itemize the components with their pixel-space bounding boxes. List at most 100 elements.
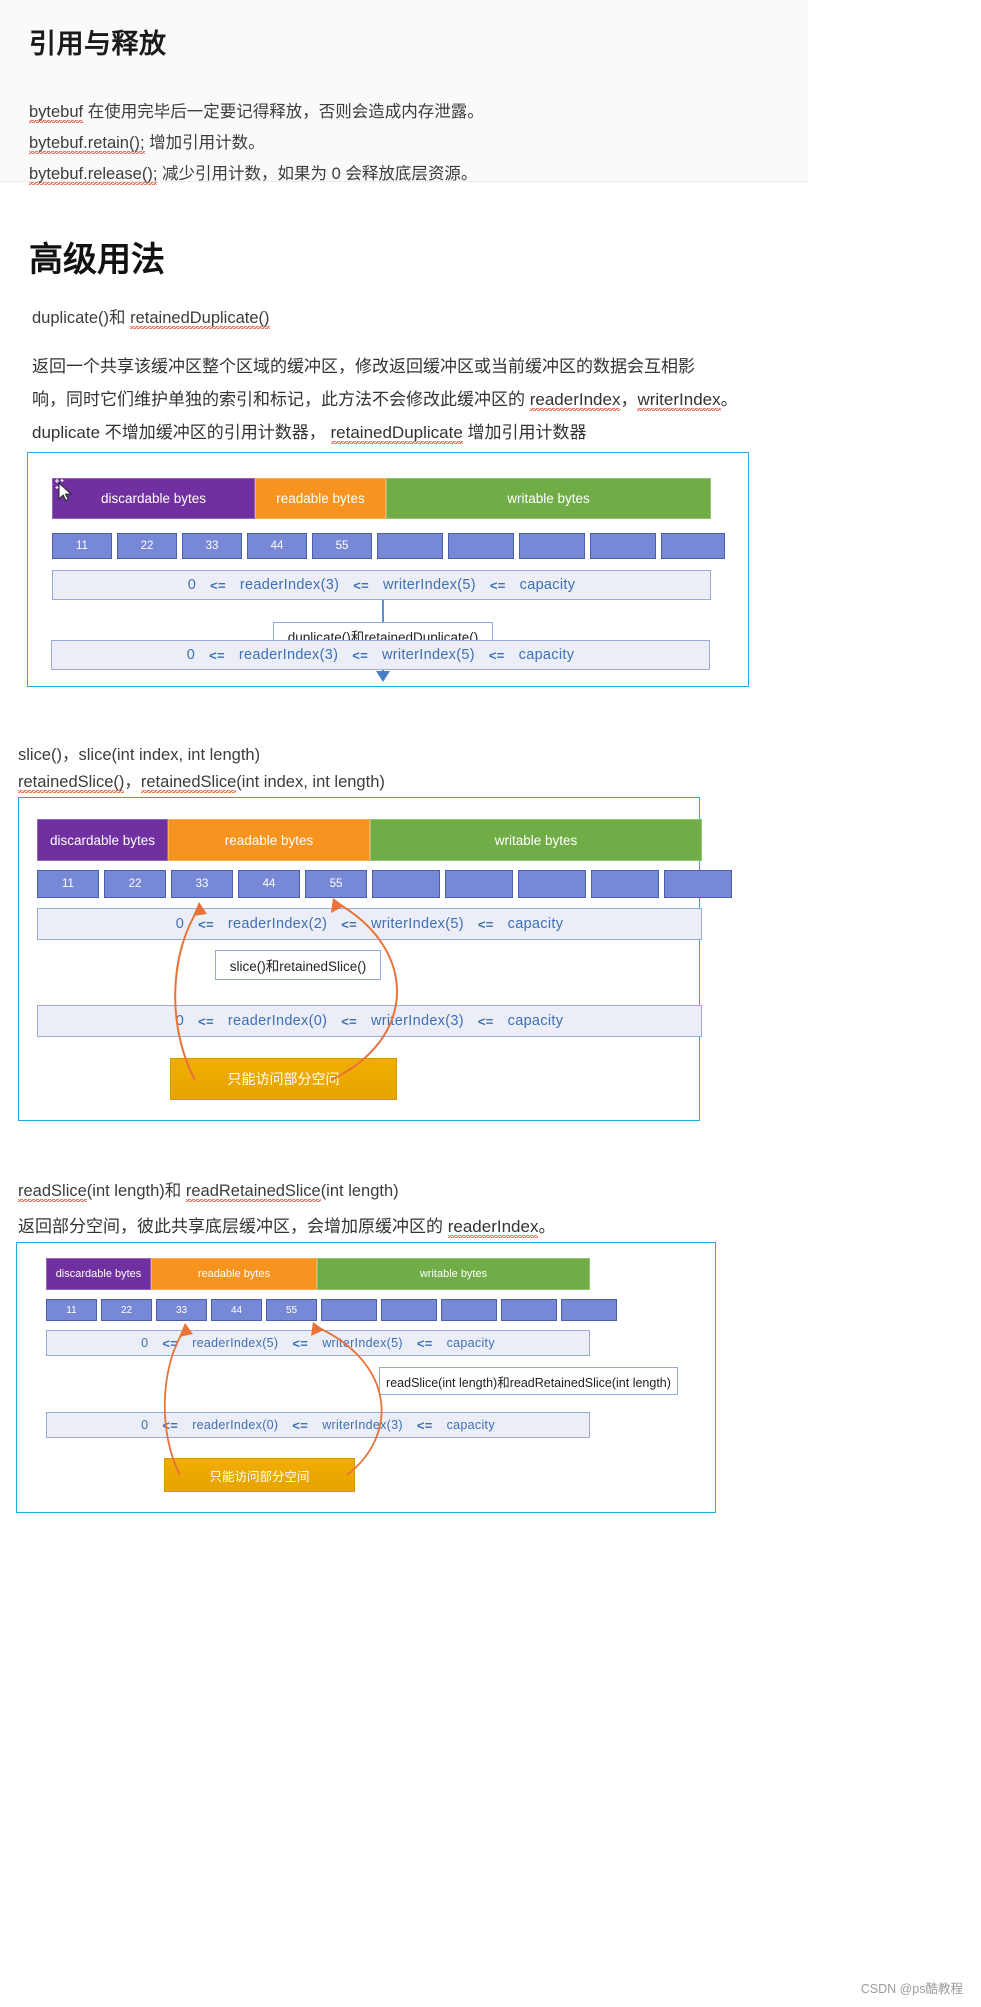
paragraph-duplicate: 返回一个共享该缓冲区整个区域的缓冲区，修改返回缓冲区或当前缓冲区的数据会互相影 … <box>32 350 752 449</box>
byte-cell: 55 <box>305 870 367 898</box>
list-item-text: 减少引用计数，如果为 0 会释放底层资源。 <box>157 165 478 183</box>
byte-cell: 44 <box>238 870 300 898</box>
index-op: <= <box>352 647 369 663</box>
index-capacity: capacity <box>507 1013 564 1029</box>
index-bar-top: 0 <= readerIndex(5) <= writerIndex(5) <=… <box>46 1330 590 1356</box>
byte-cell: 44 <box>247 533 307 559</box>
subheading-slice-line2: retainedSlice()，retainedSlice(int index,… <box>18 767 385 798</box>
index-zero: 0 <box>141 1418 149 1432</box>
index-bar-bottom: 0 <= readerIndex(3) <= writerIndex(5) <=… <box>51 640 710 670</box>
read-slice-args: (int length)和 <box>86 1182 186 1200</box>
index-writer: writerIndex(5) <box>322 1336 403 1350</box>
index-op: <= <box>209 647 225 663</box>
index-bar-top: 0 <= readerIndex(2) <= writerIndex(5) <=… <box>37 908 702 940</box>
band-segment-readable: readable bytes <box>168 819 370 861</box>
index-writer: writerIndex(5) <box>382 647 475 663</box>
byte-cell <box>518 870 586 898</box>
index-op: <= <box>416 1417 433 1433</box>
byte-cell-row: 11 22 33 44 55 <box>52 533 725 559</box>
read-retained-slice-args: (int length) <box>320 1182 399 1200</box>
list-item-text: 在使用完毕后一定要记得释放，否则会造成内存泄露。 <box>83 103 484 121</box>
paragraph-line-1: 返回一个共享该缓冲区整个区域的缓冲区，修改返回缓冲区或当前缓冲区的数据会互相影 <box>32 357 695 376</box>
subheading-duplicate: duplicate()和 retainedDuplicate() <box>32 303 270 334</box>
section-title-reference-release: 引用与释放 <box>29 29 167 59</box>
index-capacity: capacity <box>518 647 575 663</box>
index-zero: 0 <box>186 647 196 663</box>
reader-index-token: readerIndex <box>447 1217 539 1236</box>
byte-cell-row: 11 22 33 44 55 <box>37 870 732 898</box>
byte-cell: 55 <box>266 1299 317 1321</box>
index-op: <= <box>341 1013 358 1029</box>
retained-duplicate-token: retainedDuplicate <box>330 423 463 442</box>
byte-cell <box>445 870 513 898</box>
index-op: <= <box>292 1335 309 1351</box>
byte-cell: 33 <box>182 533 242 559</box>
code-token: bytebuf.retain(); <box>29 134 145 152</box>
slice-args: (int index, int length) <box>236 773 385 791</box>
band-segment-writable: writable bytes <box>370 819 702 861</box>
read-retained-slice-token: readRetainedSlice <box>185 1182 321 1200</box>
reader-index-token: readerIndex <box>529 390 621 409</box>
subheading-readslice: readSlice(int length)和 readRetainedSlice… <box>18 1176 399 1207</box>
paragraph-line-3-c: 增加引用计数器 <box>462 423 587 442</box>
index-reader: readerIndex(5) <box>192 1336 279 1350</box>
index-reader: readerIndex(3) <box>239 577 340 593</box>
watermark-credit: CSDN @ps酷教程 <box>860 1982 963 1996</box>
index-op: <= <box>198 916 214 932</box>
byte-cell <box>372 870 440 898</box>
section-title-advanced-usage: 高级用法 <box>29 241 165 279</box>
index-op: <= <box>341 916 358 932</box>
band-segment-discardable: discardable bytes <box>46 1258 151 1290</box>
index-bar-top: 0 <= readerIndex(3) <= writerIndex(5) <=… <box>52 570 711 600</box>
paragraph-line-2: 响，同时它们维护单独的索引和标记，此方法不会修改此缓冲区的 readerInde… <box>32 383 752 416</box>
byte-cell <box>448 533 514 559</box>
band-segment-readable: readable bytes <box>151 1258 317 1290</box>
index-bar-bottom: 0 <= readerIndex(0) <= writerIndex(3) <=… <box>37 1005 702 1037</box>
index-capacity: capacity <box>446 1418 495 1432</box>
buffer-band: discardable bytes readable bytes writabl… <box>46 1258 590 1290</box>
slice-sep: ， <box>124 773 141 791</box>
code-token: bytebuf.release(); <box>29 165 158 183</box>
byte-cell <box>591 870 659 898</box>
byte-cell: 11 <box>37 870 99 898</box>
retained-slice-token: retainedSlice() <box>18 773 125 791</box>
index-writer: writerIndex(3) <box>322 1418 403 1432</box>
byte-cell <box>590 533 656 559</box>
index-op: <= <box>210 577 226 593</box>
byte-cell <box>664 870 732 898</box>
index-reader: readerIndex(0) <box>227 1013 328 1029</box>
band-segment-discardable: discardable bytes <box>52 478 255 519</box>
diagram-slice: discardable bytes readable bytes writabl… <box>18 797 732 1121</box>
index-zero: 0 <box>141 1336 149 1350</box>
index-op: <= <box>198 1013 214 1029</box>
paragraph-readslice: 返回部分空间，彼此共享底层缓冲区，会增加原缓冲区的 readerIndex。 <box>18 1210 555 1243</box>
index-writer: writerIndex(5) <box>371 916 464 932</box>
diagram-readslice: discardable bytes readable bytes writabl… <box>16 1242 716 1513</box>
byte-cell <box>519 533 585 559</box>
amber-note-partial-access: 只能访问部分空间 <box>170 1058 397 1100</box>
band-segment-writable: writable bytes <box>386 478 711 519</box>
mouse-cursor-icon <box>55 479 73 502</box>
band-segment-writable: writable bytes <box>317 1258 590 1290</box>
byte-cell: 33 <box>171 870 233 898</box>
list-item: bytebuf.release(); 减少引用计数，如果为 0 会释放底层资源。 <box>29 159 808 190</box>
paragraph-readslice-a: 返回部分空间，彼此共享底层缓冲区，会增加原缓冲区的 <box>18 1217 448 1236</box>
buffer-band: discardable bytes readable bytes writabl… <box>37 819 702 861</box>
byte-cell: 11 <box>52 533 112 559</box>
band-segment-readable: readable bytes <box>255 478 386 519</box>
amber-note-partial-access: 只能访问部分空间 <box>164 1458 355 1492</box>
index-op: <= <box>162 1417 179 1433</box>
arrow-down-icon <box>376 671 390 682</box>
document-page: 引用与释放 bytebuf 在使用完毕后一定要记得释放，否则会造成内存泄露。 b… <box>0 0 981 2007</box>
byte-cell <box>321 1299 377 1321</box>
index-op: <= <box>477 916 494 932</box>
byte-cell: 22 <box>117 533 177 559</box>
index-capacity: capacity <box>519 577 576 593</box>
index-capacity: capacity <box>507 916 564 932</box>
index-zero: 0 <box>175 1013 185 1029</box>
buffer-band: discardable bytes readable bytes writabl… <box>52 478 711 519</box>
subheading-duplicate-b: retainedDuplicate() <box>130 309 270 327</box>
retained-slice-token: retainedSlice <box>140 773 237 791</box>
byte-cell: 44 <box>211 1299 262 1321</box>
byte-cell: 22 <box>101 1299 152 1321</box>
